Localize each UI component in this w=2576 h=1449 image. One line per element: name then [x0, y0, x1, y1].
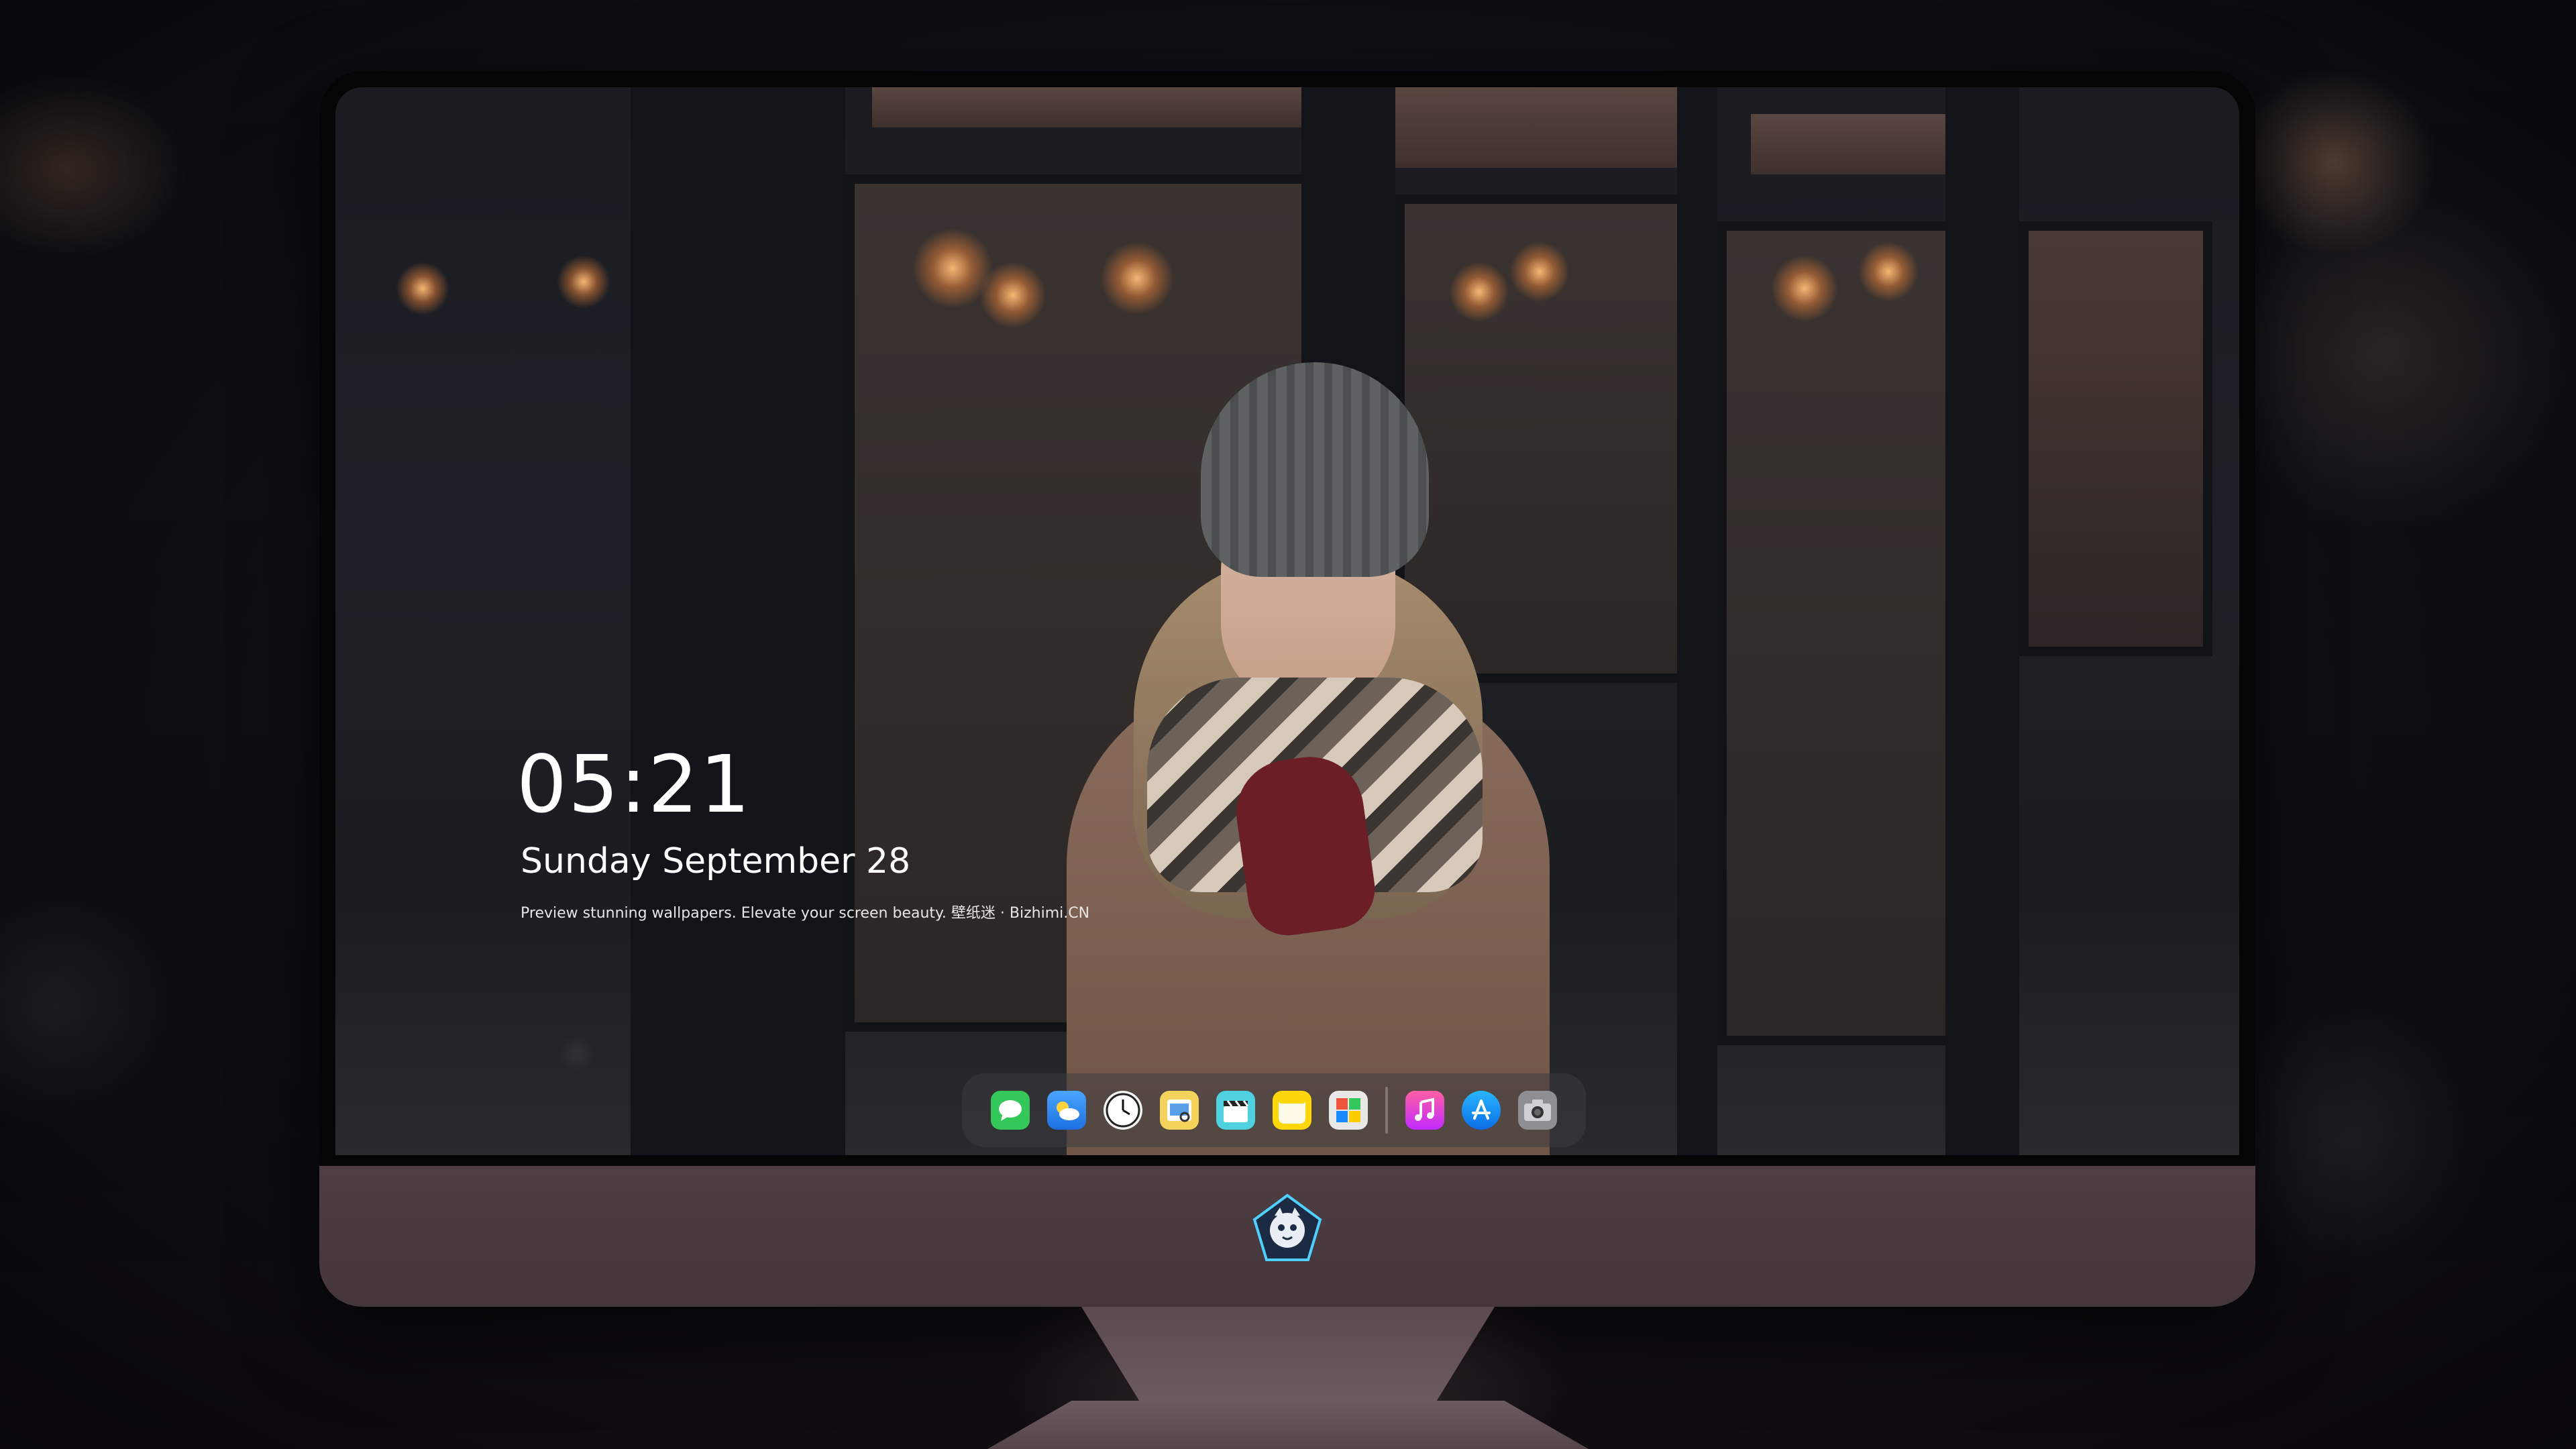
dock-separator — [1385, 1087, 1388, 1134]
bokeh-light — [396, 262, 449, 315]
wallpaper-pillar — [631, 87, 845, 1155]
bokeh-light — [1100, 241, 1174, 315]
wallpaper-pillar — [1945, 87, 2019, 1155]
clock-icon[interactable] — [1104, 1091, 1142, 1130]
lockscreen-date: Sunday September 28 — [521, 841, 911, 881]
wallpaper-pillar — [1677, 87, 1717, 1155]
lockscreen-tagline: Preview stunning wallpapers. Elevate you… — [521, 905, 1090, 922]
messages-icon[interactable] — [991, 1091, 1030, 1130]
weather-icon[interactable] — [1047, 1091, 1086, 1130]
notes-icon[interactable] — [1273, 1091, 1311, 1130]
bokeh-light — [979, 262, 1046, 329]
wallpaper-awning — [1382, 87, 1684, 168]
app-store-icon[interactable] — [1462, 1091, 1501, 1130]
mascot-logo-icon — [1250, 1193, 1324, 1267]
dock — [962, 1073, 1586, 1147]
monitor-stand-neck — [1081, 1307, 1495, 1401]
photos-icon[interactable] — [1329, 1091, 1368, 1130]
monitor-stand-base — [987, 1401, 1589, 1449]
music-icon[interactable] — [1405, 1091, 1444, 1130]
preview-icon[interactable] — [1160, 1091, 1199, 1130]
wallpaper-awning — [872, 87, 1342, 127]
bokeh-light — [1449, 262, 1509, 322]
lockscreen-time: 05:21 — [517, 738, 752, 830]
clips-icon[interactable] — [1216, 1091, 1255, 1130]
bokeh-light — [1858, 241, 1919, 302]
bokeh-light — [557, 255, 610, 309]
screen: 05:21 Sunday September 28 Preview stunni… — [335, 87, 2239, 1155]
bokeh-light — [1771, 255, 1838, 322]
monitor-chin — [319, 1166, 2255, 1307]
bokeh-light — [1509, 241, 1570, 302]
wallpaper-window — [1717, 221, 1964, 1045]
camera-icon[interactable] — [1518, 1091, 1557, 1130]
wallpaper-window — [2019, 221, 2212, 656]
monitor: 05:21 Sunday September 28 Preview stunni… — [319, 71, 2255, 1307]
wallpaper-person-hat — [1201, 362, 1429, 577]
